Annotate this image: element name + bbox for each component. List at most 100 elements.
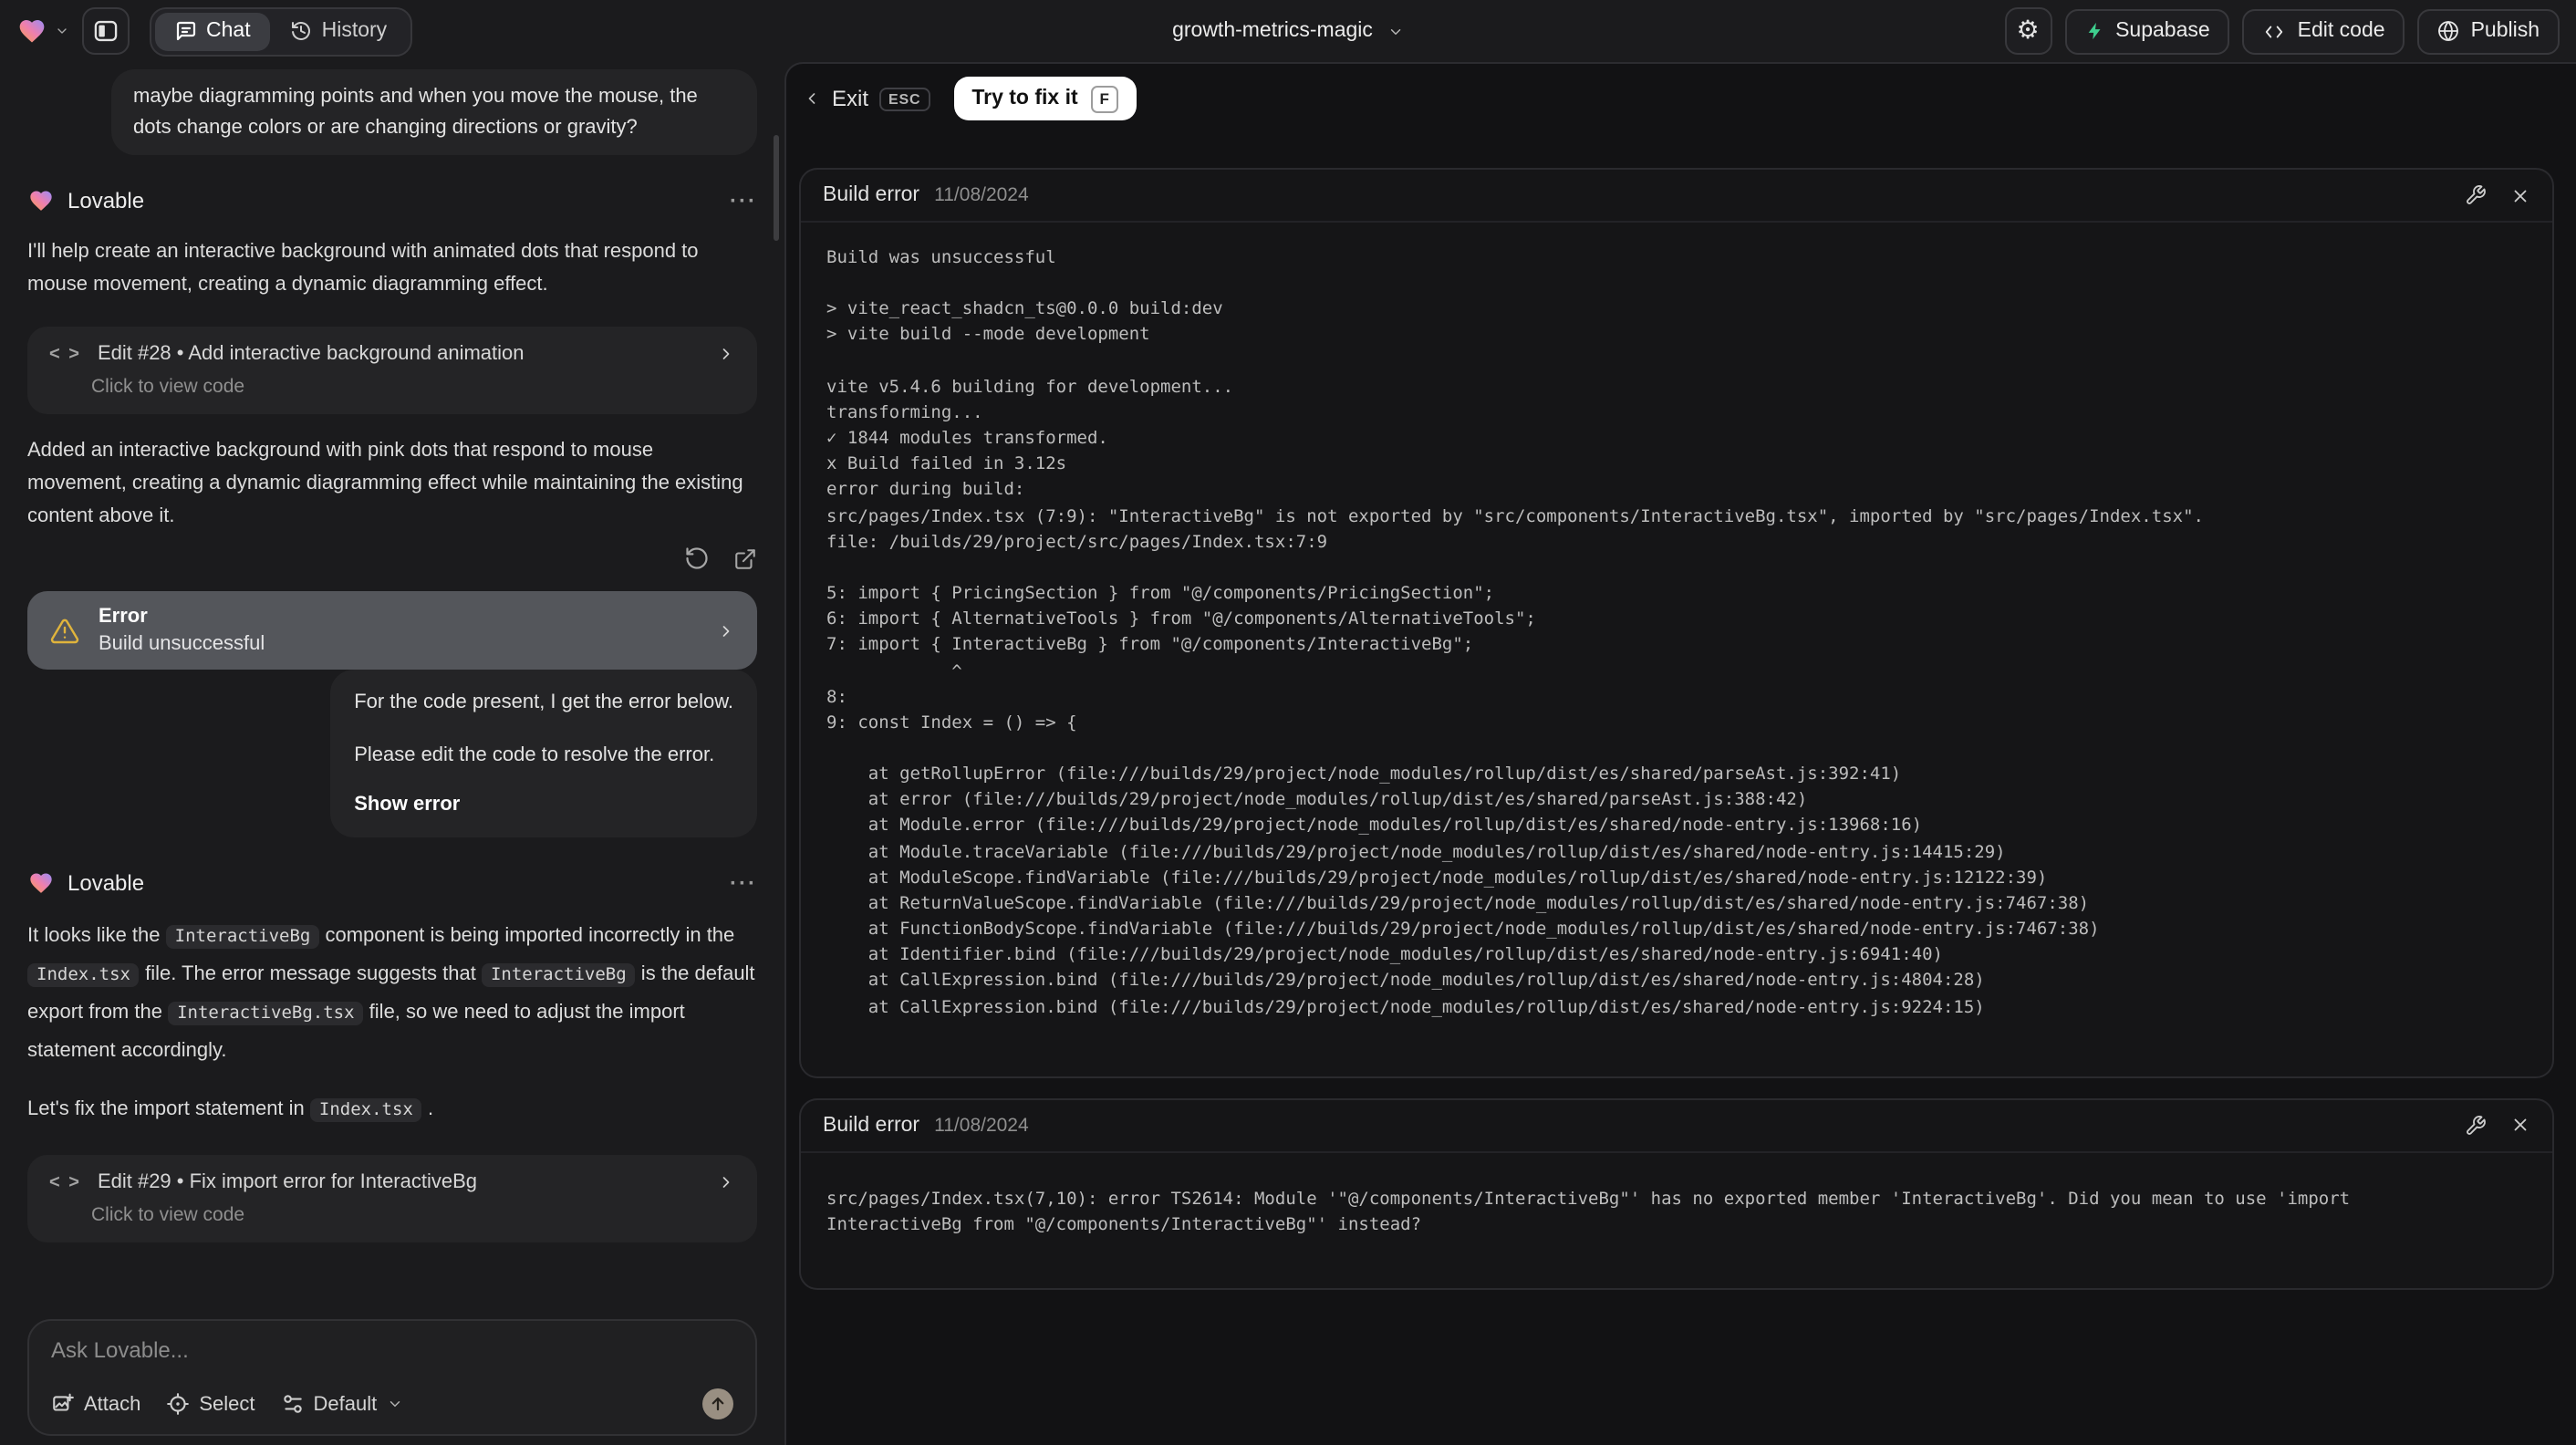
chat-scrollbar[interactable] [774,135,779,241]
history-icon [291,20,313,42]
inline-code: Index.tsx [309,1098,422,1122]
exit-button[interactable]: Exit ESC [803,86,930,111]
inline-code: Index.tsx [27,963,140,987]
mode-label: Default [313,1393,378,1415]
chevron-right-icon [722,1177,730,1188]
project-switcher[interactable]: growth-metrics-magic [1172,0,1404,62]
panel-left-icon [93,18,119,44]
attach-button[interactable]: Attach [51,1392,140,1416]
topbar-actions: ⚙ Supabase Edit code Publish [2004,7,2560,55]
lovable-logo-menu[interactable] [16,16,69,46]
build-error-title: Build error [823,1114,920,1137]
crosshair-icon [167,1393,190,1415]
build-error-card: Build error 11/08/2024 Build was unsucce… [799,168,2554,1078]
publish-button[interactable]: Publish [2417,8,2560,54]
build-error-date: 11/08/2024 [934,184,1029,206]
project-name: growth-metrics-magic [1172,20,1373,42]
exit-label: Exit [832,86,869,111]
wrench-icon [2467,185,2486,204]
tab-chat-label: Chat [206,20,251,42]
globe-icon [2438,20,2460,42]
build-error-card: Build error 11/08/2024 src/pages/Index.t… [799,1097,2554,1290]
assistant-name: Lovable [68,870,145,896]
send-button[interactable] [702,1388,733,1419]
error-card-subtitle: Build unsuccessful [99,633,265,655]
tab-history[interactable]: History [271,12,408,50]
assistant-name: Lovable [68,188,145,213]
select-button[interactable]: Select [166,1392,255,1416]
code-brackets-icon [2263,21,2287,41]
warning-triangle-icon [49,616,80,645]
sidebar-toggle-button[interactable] [82,7,130,55]
supabase-button[interactable]: Supabase [2064,8,2230,54]
inline-code: InteractiveBg [165,925,320,949]
assistant-message: I'll help create an interactive backgrou… [27,241,699,296]
chevron-down-icon [1390,28,1401,34]
image-icon [53,1393,74,1411]
wrench-icon [2467,1115,2486,1135]
lovable-app: Chat History growth-metrics-magic ⚙ Supa… [0,0,2576,1445]
restore-icon[interactable] [684,546,710,571]
try-to-fix-label: Try to fix it [971,88,1078,109]
user-message: For the code present, I get the error be… [330,670,757,837]
build-error-log: Build was unsuccessful > vite_react_shad… [826,248,2204,1018]
publish-label: Publish [2470,20,2540,42]
fix-wrench-button[interactable] [2465,1114,2487,1136]
code-icon: < > [49,344,81,364]
inline-code: InteractiveBg [481,963,636,987]
user-message-line: For the code present, I get the error be… [354,691,733,713]
lovable-heart-icon [30,873,52,893]
code-icon: < > [49,1172,81,1192]
edit-card-28[interactable]: < > Edit #28 • Add interactive backgroun… [27,327,757,414]
chevron-right-icon [722,625,730,636]
edit-card-29[interactable]: < > Edit #29 • Fix import error for Inte… [27,1155,757,1242]
attach-label: Attach [84,1393,141,1415]
tab-chat[interactable]: Chat [155,12,271,50]
composer: Attach Select Default [27,1319,757,1436]
open-external-icon[interactable] [733,546,757,570]
close-button[interactable] [2510,185,2530,205]
chat-panel: maybe diagramming points and when you mo… [0,62,784,1445]
gear-icon: ⚙ [2016,16,2040,46]
build-error-date: 11/08/2024 [934,1114,1029,1137]
edit-code-label: Edit code [2297,20,2385,42]
try-to-fix-button[interactable]: Try to fix it F [953,77,1137,120]
edit-code-button[interactable]: Edit code [2242,8,2405,54]
edit-card-title: Edit #28 • Add interactive background an… [97,343,525,365]
chevron-left-icon [808,93,815,104]
assistant-message: It looks like the InteractiveBg componen… [27,925,755,1062]
top-bar: Chat History growth-metrics-magic ⚙ Supa… [0,0,2576,62]
build-error-header: Build error 11/08/2024 [801,170,2552,223]
error-view-header: Exit ESC Try to fix it F [799,75,2554,122]
chat-input[interactable] [51,1337,733,1363]
build-error-log: src/pages/Index.tsx(7,10): error TS2614:… [826,1189,2351,1235]
esc-key-badge: ESC [879,87,930,110]
more-menu-button[interactable]: ··· [730,188,757,213]
assistant-message: Let's fix the import statement in Index.… [27,1098,434,1122]
error-card-title: Error [99,606,148,628]
lovable-heart-icon [30,191,52,211]
settings-button[interactable]: ⚙ [2004,7,2052,55]
close-button[interactable] [2510,1115,2530,1135]
chevron-down-icon [390,1401,400,1408]
select-label: Select [199,1393,255,1415]
assistant-message-header: Lovable ··· [27,868,757,898]
edit-card-subtitle: Click to view code [91,1204,245,1226]
f-key-badge: F [1090,85,1118,112]
chat-history-switcher: Chat History [150,6,413,56]
fix-wrench-button[interactable] [2465,184,2487,206]
show-error-label: Show error [354,794,461,816]
sliders-icon [283,1395,302,1413]
message-actions [27,544,757,573]
more-menu-button[interactable]: ··· [730,870,757,896]
close-icon [2514,189,2527,202]
chat-bubble-icon [175,20,197,42]
chevron-right-icon [722,348,730,359]
supabase-label: Supabase [2115,20,2210,42]
error-card[interactable]: Error Build unsuccessful [27,591,757,670]
chevron-down-icon [55,24,69,38]
lovable-heart-icon [16,16,47,46]
edit-card-title: Edit #29 • Fix import error for Interact… [97,1171,478,1193]
user-message: maybe diagramming points and when you mo… [111,69,757,155]
mode-dropdown[interactable]: Default [281,1392,403,1416]
